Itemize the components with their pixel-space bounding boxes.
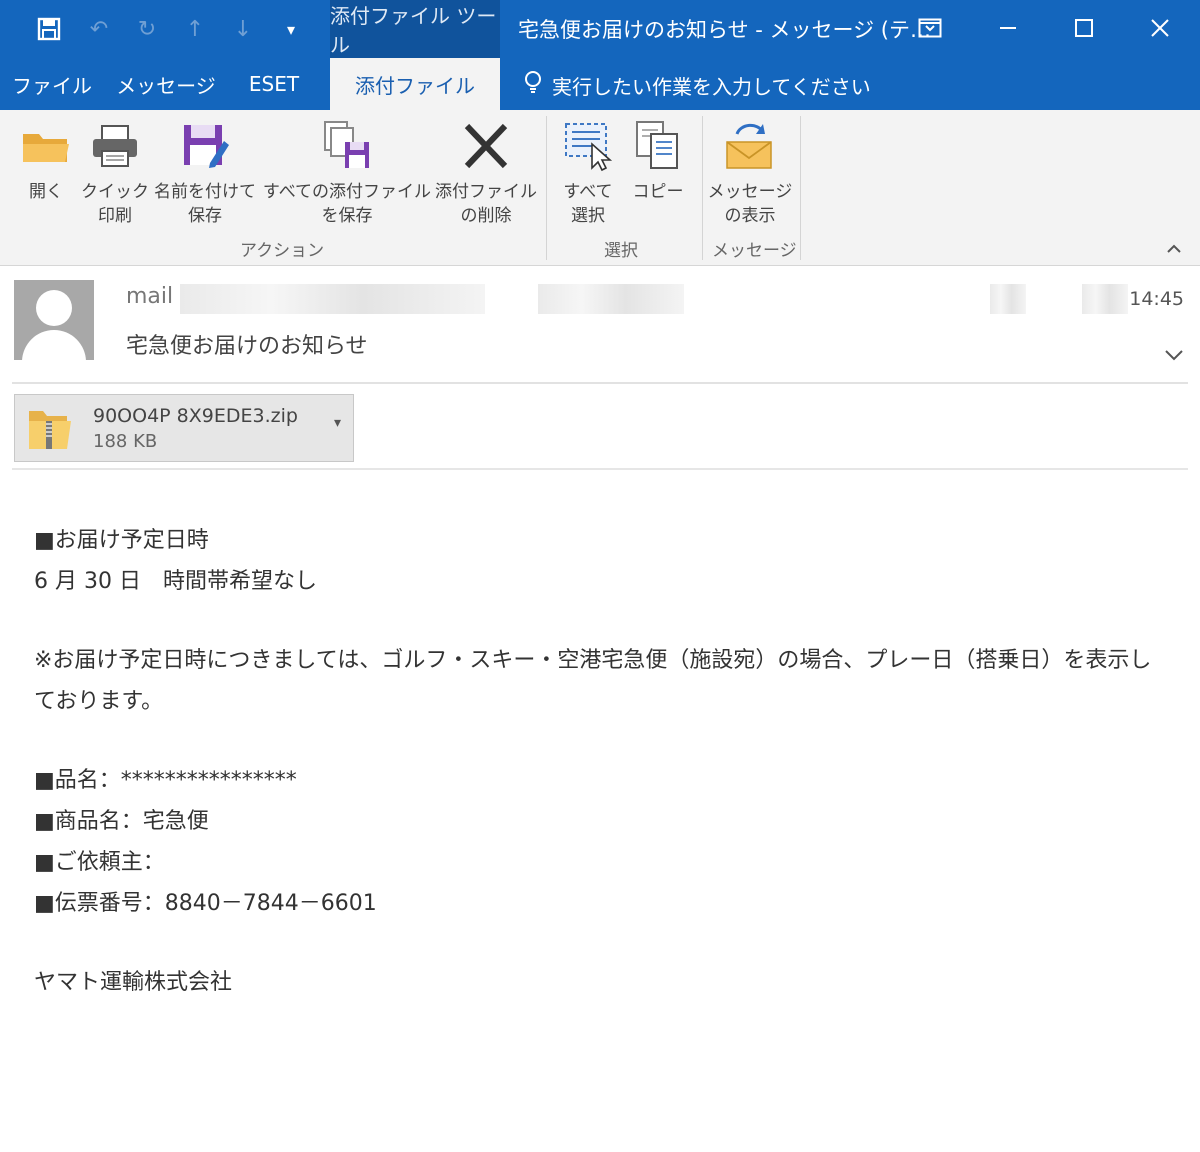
save-as-icon: [176, 118, 234, 174]
save-icon[interactable]: [34, 14, 64, 44]
show-message-icon: [721, 118, 779, 174]
customize-icon[interactable]: ▾: [276, 14, 306, 44]
save-as-label-2: 保存: [188, 206, 222, 226]
select-all-icon: [559, 118, 617, 174]
show-message-label-1: メッセージ: [707, 182, 793, 202]
show-message-button[interactable]: メッセージ の表示: [706, 118, 794, 228]
delete-attachment-button[interactable]: 添付ファイル の削除: [434, 118, 538, 228]
save-all-icon: [318, 118, 376, 174]
save-all-attachments-button[interactable]: すべての添付ファイル を保存: [262, 118, 432, 228]
copy-icon: [629, 118, 687, 174]
body-line: ヤマト運輸株式会社: [34, 970, 233, 995]
maximize-icon[interactable]: [1060, 8, 1108, 48]
avatar: [14, 280, 94, 360]
undo-icon[interactable]: ↶: [84, 14, 114, 44]
quick-print-label-2: 印刷: [98, 206, 132, 226]
sender-prefix[interactable]: mail: [126, 284, 173, 309]
attachment-item[interactable]: 90OO4P 8X9EDE3.zip 188 KB ▾: [14, 394, 354, 462]
body-line: 6 月 30 日 時間帯希望なし: [34, 569, 317, 594]
chevron-down-icon[interactable]: [1164, 342, 1184, 366]
redacted-date: [990, 284, 1026, 314]
select-all-label-1: すべて: [563, 182, 613, 202]
up-icon[interactable]: ↑: [180, 14, 210, 44]
body-line: ■ご依頼主：: [34, 850, 165, 875]
redacted-sender: [180, 284, 485, 314]
copy-button[interactable]: コピー: [626, 118, 690, 204]
delete-icon: [457, 118, 515, 174]
select-all-label-2: 選択: [571, 206, 605, 226]
body-line: ※お届け予定日時につきましては、ゴルフ・スキー・空港宅急便（施設宛）の場合、プレ…: [34, 648, 1152, 714]
tab-attachments[interactable]: 添付ファイル: [330, 58, 500, 110]
ribbon-display-icon[interactable]: [906, 8, 954, 48]
chevron-down-icon[interactable]: ▾: [334, 415, 341, 431]
body-line: ■商品名：宅急便: [34, 809, 209, 834]
body-line: ■お届け予定日時: [34, 528, 209, 553]
divider: [12, 468, 1188, 470]
open-button[interactable]: 開く: [14, 118, 78, 204]
quick-print-label-1: クイック: [81, 182, 149, 202]
group-separator: [800, 116, 801, 260]
select-all-button[interactable]: すべて 選択: [556, 118, 620, 228]
attachment-bar: 90OO4P 8X9EDE3.zip 188 KB ▾: [0, 384, 1200, 470]
minimize-icon[interactable]: [984, 8, 1032, 48]
tell-me-box[interactable]: 実行したい作業を入力してください: [524, 70, 871, 100]
close-icon[interactable]: [1136, 8, 1184, 48]
group-separator: [702, 116, 703, 260]
received-time: 14:45: [1129, 288, 1184, 310]
body-line: ■伝票番号：8840－7844－6601: [34, 891, 377, 916]
show-message-label-2: の表示: [724, 206, 776, 226]
message-subject: 宅急便お届けのお知らせ: [126, 334, 368, 359]
down-icon[interactable]: ↓: [228, 14, 258, 44]
message-body: ■お届け予定日時 6 月 30 日 時間帯希望なし ※お届け予定日時につきまして…: [34, 520, 1154, 1003]
save-as-label-1: 名前を付けて: [154, 182, 256, 202]
title-bar: ↶ ↻ ↑ ↓ ▾ 添付ファイル ツール 宅急便お届けのお知らせ - メッセージ…: [0, 0, 1200, 58]
redo-icon[interactable]: ↻: [132, 14, 162, 44]
group-label-actions: アクション: [240, 241, 325, 261]
group-label-select: 選択: [604, 241, 638, 261]
collapse-ribbon-icon[interactable]: [1166, 238, 1182, 259]
zip-folder-icon: [27, 405, 73, 453]
tab-eset[interactable]: ESET: [228, 58, 320, 110]
redacted-date: [1082, 284, 1128, 314]
tab-message[interactable]: メッセージ: [104, 58, 228, 110]
lightbulb-icon: [524, 70, 542, 100]
window-title: 宅急便お届けのお知らせ - メッセージ (テ…: [518, 18, 931, 42]
delete-label-1: 添付ファイル: [435, 182, 537, 202]
group-separator: [546, 116, 547, 260]
group-label-message: メッセージ: [712, 241, 797, 261]
attachment-size: 188 KB: [93, 431, 158, 452]
delete-label-2: の削除: [460, 206, 512, 226]
open-label: 開く: [29, 182, 63, 202]
folder-icon: [17, 118, 75, 174]
save-as-button[interactable]: 名前を付けて 保存: [150, 118, 260, 228]
copy-label: コピー: [632, 182, 684, 202]
context-tab-label: 添付ファイル ツール: [330, 0, 500, 58]
printer-icon: [86, 118, 144, 174]
ribbon-tabs: ファイル メッセージ ESET 添付ファイル 実行したい作業を入力してください: [0, 58, 1200, 110]
body-line: ■品名：****************: [34, 768, 297, 793]
tell-me-text: 実行したい作業を入力してください: [552, 74, 871, 99]
save-all-label-1: すべての添付ファイル: [262, 182, 432, 202]
ribbon: 開く クイック 印刷 名前を付けて 保存 すべての添付ファイル を保存 添付ファ…: [0, 110, 1200, 266]
save-all-label-2: を保存: [321, 206, 373, 226]
message-header: mail 14:45 宅急便お届けのお知らせ: [0, 266, 1200, 384]
quick-print-button[interactable]: クイック 印刷: [80, 118, 150, 228]
tab-file[interactable]: ファイル: [0, 58, 104, 110]
redacted-recipient: [538, 284, 684, 314]
attachment-filename: 90OO4P 8X9EDE3.zip: [93, 405, 298, 427]
